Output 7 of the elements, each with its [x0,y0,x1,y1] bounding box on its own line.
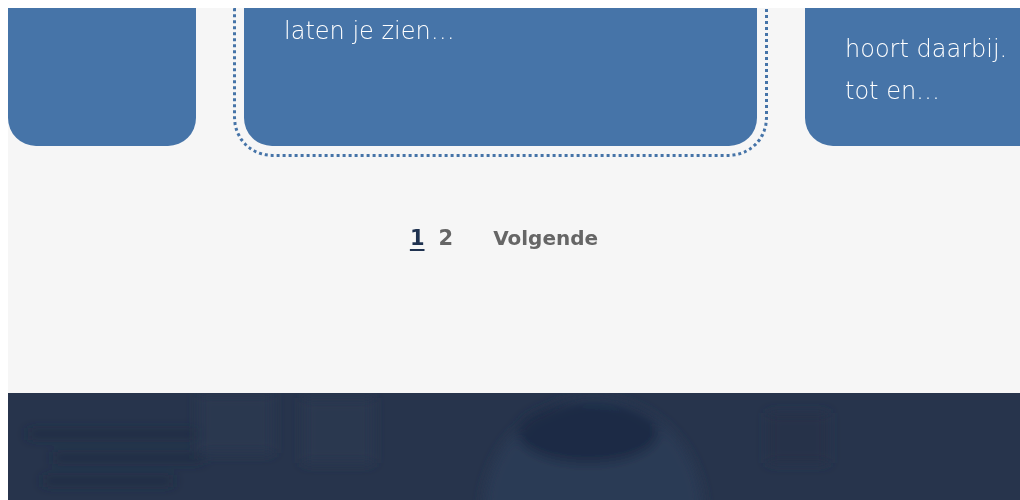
next-link[interactable]: Volgende [486,226,606,250]
page-link[interactable]: 1 [402,226,432,250]
card-text: tot en… [845,76,942,107]
card-text: laten je zien… [284,16,456,47]
card[interactable]: laten je zien… [233,8,768,157]
page-link[interactable]: 2 [431,226,461,250]
card-text: hoort daarbij. [845,34,1009,65]
